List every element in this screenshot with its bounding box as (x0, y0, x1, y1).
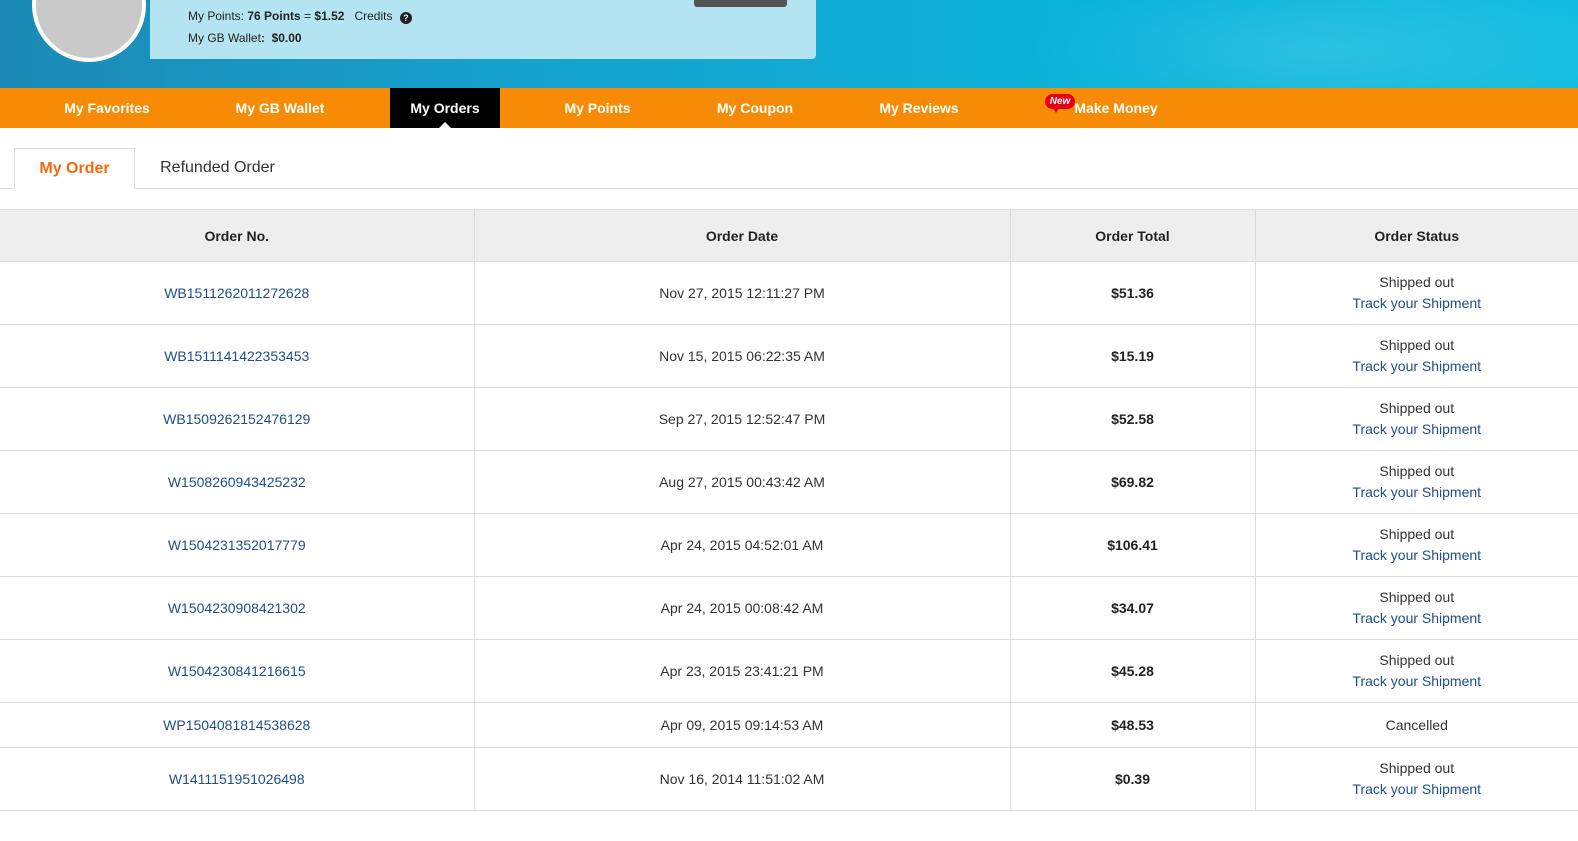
orders-table: Order No. Order Date Order Total Order S… (0, 209, 1578, 811)
nav-my-reviews[interactable]: My Reviews (858, 88, 980, 128)
table-row: WB1509262152476129 Sep 27, 2015 12:52:47… (0, 387, 1578, 451)
order-total: $106.41 (1010, 513, 1256, 577)
order-total: $69.82 (1010, 450, 1256, 514)
panel-action-button[interactable] (694, 0, 787, 7)
credits-label: Credits (354, 9, 393, 23)
header-order-date: Order Date (474, 209, 1011, 262)
order-date: Sep 27, 2015 12:52:47 PM (474, 387, 1011, 451)
avatar[interactable] (32, 0, 146, 62)
track-shipment-link[interactable]: Track your Shipment (1256, 545, 1578, 566)
order-status-cell: Shipped out Track your Shipment (1255, 747, 1578, 811)
table-row: W1411151951026498 Nov 16, 2014 11:51:02 … (0, 747, 1578, 811)
order-date: Nov 15, 2015 06:22:35 AM (474, 324, 1011, 388)
points-equals: = (304, 9, 312, 23)
tab-refunded-order[interactable]: Refunded Order (140, 148, 295, 189)
profile-banner: My Points: 76 Points = $1.52 Credits ? M… (0, 0, 1578, 88)
order-number-link[interactable]: W1504230841216615 (168, 663, 306, 679)
nav-my-coupon[interactable]: My Coupon (696, 88, 814, 128)
points-line: My Points: 76 Points = $1.52 Credits ? (188, 9, 412, 24)
order-date: Nov 27, 2015 12:11:27 PM (474, 261, 1011, 325)
points-value: 76 Points (247, 9, 301, 23)
header-order-no: Order No. (0, 209, 475, 262)
help-icon[interactable]: ? (399, 12, 412, 24)
order-status: Shipped out (1379, 274, 1455, 290)
table-row: WB1511262011272628 Nov 27, 2015 12:11:27… (0, 261, 1578, 325)
order-total: $15.19 (1010, 324, 1256, 388)
points-money-value: $1.52 (314, 9, 345, 23)
order-date: Nov 16, 2014 11:51:02 AM (474, 747, 1011, 811)
order-status: Shipped out (1379, 760, 1455, 776)
wallet-colon: : (260, 31, 265, 45)
order-number-link[interactable]: W1411151951026498 (169, 771, 305, 787)
order-date: Apr 24, 2015 00:08:42 AM (474, 576, 1011, 640)
order-date: Apr 23, 2015 23:41:21 PM (474, 639, 1011, 703)
order-status-cell: Shipped out Track your Shipment (1255, 450, 1578, 514)
track-shipment-link[interactable]: Track your Shipment (1256, 608, 1578, 629)
track-shipment-link[interactable]: Track your Shipment (1256, 671, 1578, 692)
order-number-link[interactable]: W1504230908421302 (168, 600, 306, 616)
wallet-line: My GB Wallet: $0.00 (188, 31, 302, 45)
account-summary-panel: My Points: 76 Points = $1.52 Credits ? M… (150, 0, 816, 59)
order-total: $34.07 (1010, 576, 1256, 640)
order-status: Shipped out (1379, 589, 1455, 605)
order-number-link[interactable]: W1504231352017779 (168, 537, 306, 553)
nav-my-favorites[interactable]: My Favorites (40, 88, 174, 128)
order-number-link[interactable]: WB1511141422353453 (164, 348, 309, 364)
nav-my-orders[interactable]: My Orders (390, 88, 500, 128)
account-nav-bar: My Favorites My GB Wallet My Orders My P… (0, 88, 1578, 128)
track-shipment-link[interactable]: Track your Shipment (1256, 482, 1578, 503)
order-status: Cancelled (1385, 716, 1448, 733)
table-row: W1504231352017779 Apr 24, 2015 04:52:01 … (0, 513, 1578, 577)
order-status-cell: Shipped out Track your Shipment (1255, 639, 1578, 703)
order-status-cell: Shipped out Track your Shipment (1255, 513, 1578, 577)
order-status: Shipped out (1379, 526, 1455, 542)
order-status-cell: Shipped out Track your Shipment (1255, 324, 1578, 388)
tab-my-order[interactable]: My Order (14, 148, 135, 189)
table-row: WB1511141422353453 Nov 15, 2015 06:22:35… (0, 324, 1578, 388)
order-number-link[interactable]: WP1504081814538628 (163, 717, 310, 733)
banner-decoration (1018, 0, 1578, 88)
order-date: Apr 09, 2015 09:14:53 AM (474, 702, 1011, 748)
order-number-link[interactable]: WB1511262011272628 (164, 285, 309, 301)
table-row: W1504230908421302 Apr 24, 2015 00:08:42 … (0, 576, 1578, 640)
order-status-cell: Shipped out Track your Shipment (1255, 387, 1578, 451)
table-header-row: Order No. Order Date Order Total Order S… (0, 209, 1578, 262)
order-status: Shipped out (1379, 463, 1455, 479)
order-total: $45.28 (1010, 639, 1256, 703)
order-total: $51.36 (1010, 261, 1256, 325)
table-row: W1504230841216615 Apr 23, 2015 23:41:21 … (0, 639, 1578, 703)
wallet-value: $0.00 (271, 31, 302, 45)
order-number-link[interactable]: W1508260943425232 (168, 474, 306, 490)
header-order-total: Order Total (1010, 209, 1256, 262)
track-shipment-link[interactable]: Track your Shipment (1256, 356, 1578, 377)
new-badge: New (1045, 94, 1075, 113)
order-tabs: My Order Refunded Order (0, 128, 1578, 189)
track-shipment-link[interactable]: Track your Shipment (1256, 419, 1578, 440)
track-shipment-link[interactable]: Track your Shipment (1256, 779, 1578, 800)
order-number-link[interactable]: WB1509262152476129 (163, 411, 310, 427)
order-status-cell: Cancelled (1255, 702, 1578, 748)
table-row: W1508260943425232 Aug 27, 2015 00:43:42 … (0, 450, 1578, 514)
order-status-cell: Shipped out Track your Shipment (1255, 576, 1578, 640)
order-status: Shipped out (1379, 652, 1455, 668)
order-total: $52.58 (1010, 387, 1256, 451)
order-status: Shipped out (1379, 400, 1455, 416)
points-label: My Points: (188, 9, 245, 23)
nav-my-points[interactable]: My Points (540, 88, 655, 128)
header-order-status: Order Status (1255, 209, 1578, 262)
table-row: WP1504081814538628 Apr 09, 2015 09:14:53… (0, 702, 1578, 748)
order-status-cell: Shipped out Track your Shipment (1255, 261, 1578, 325)
wallet-label: My GB Wallet (188, 31, 261, 45)
order-date: Apr 24, 2015 04:52:01 AM (474, 513, 1011, 577)
order-total: $0.39 (1010, 747, 1256, 811)
order-date: Aug 27, 2015 00:43:42 AM (474, 450, 1011, 514)
track-shipment-link[interactable]: Track your Shipment (1256, 293, 1578, 314)
order-status: Shipped out (1379, 337, 1455, 353)
order-total: $48.53 (1010, 702, 1256, 748)
nav-make-money[interactable]: Make Money (1066, 88, 1166, 128)
nav-my-gb-wallet[interactable]: My GB Wallet (212, 88, 348, 128)
